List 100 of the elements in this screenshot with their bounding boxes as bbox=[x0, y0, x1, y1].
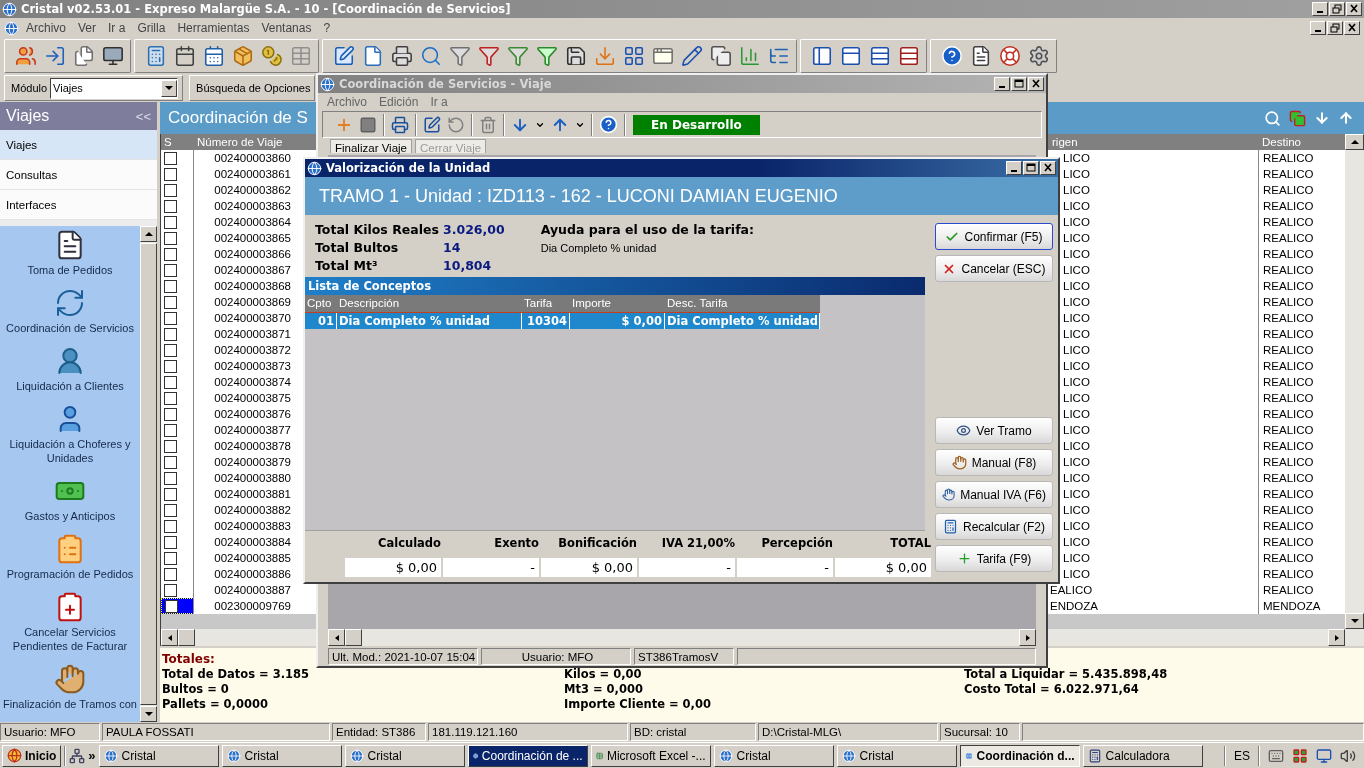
taskbar-button[interactable]: Cristal bbox=[221, 744, 342, 767]
help-icon[interactable] bbox=[941, 45, 963, 67]
pencil-icon[interactable] bbox=[333, 45, 355, 67]
start-button[interactable]: Inicio bbox=[2, 744, 62, 767]
action-button[interactable]: Manual IVA (F6) bbox=[935, 481, 1053, 508]
minimize-button[interactable] bbox=[1006, 161, 1022, 175]
printer-icon[interactable] bbox=[391, 45, 413, 67]
sidebar-item[interactable]: Cancelar Servicios Pendientes de Facturar bbox=[2, 625, 138, 653]
column-header[interactable]: Tarifa bbox=[522, 295, 570, 312]
pencil-icon[interactable] bbox=[681, 45, 703, 67]
panel-icon[interactable] bbox=[811, 45, 833, 67]
checkbox[interactable] bbox=[164, 167, 177, 181]
floppy-icon[interactable] bbox=[565, 45, 587, 67]
monitor-icon[interactable] bbox=[102, 45, 124, 67]
checkbox[interactable] bbox=[164, 247, 177, 261]
confirm-button[interactable]: Confirmar (F5) bbox=[935, 223, 1053, 250]
edit-icon[interactable] bbox=[423, 115, 441, 134]
taskbar-button[interactable]: Cristal bbox=[713, 744, 834, 767]
sidebar-item[interactable]: Liquidación a Clientes bbox=[2, 379, 138, 393]
more-button[interactable]: » bbox=[88, 748, 96, 763]
keyboard-icon[interactable] bbox=[1268, 747, 1284, 764]
funnel-icon[interactable] bbox=[478, 45, 500, 67]
calendar-icon[interactable] bbox=[174, 45, 196, 67]
column-header[interactable]: Número de Viaje bbox=[194, 134, 317, 150]
taskbar-button[interactable]: Cristal bbox=[98, 744, 219, 767]
scrollbar-thumb[interactable] bbox=[178, 629, 195, 646]
coins-icon[interactable] bbox=[261, 45, 283, 67]
minimize-button[interactable] bbox=[1312, 2, 1328, 16]
scrollbar-thumb[interactable] bbox=[140, 243, 157, 705]
sidebar-item[interactable]: Coordinación de Servicios bbox=[2, 321, 138, 335]
column-header[interactable]: Cpto bbox=[305, 295, 337, 312]
checkbox[interactable] bbox=[164, 407, 177, 421]
menu-item[interactable]: Ver bbox=[73, 21, 102, 35]
checkbox[interactable] bbox=[164, 535, 177, 549]
monitor-icon[interactable] bbox=[1316, 747, 1332, 764]
search-icon[interactable] bbox=[420, 45, 442, 67]
sidebar-item[interactable]: Liquidación a Choferes y Unidades bbox=[2, 437, 138, 465]
windows-icon[interactable] bbox=[710, 45, 732, 67]
rows-icon[interactable] bbox=[898, 45, 920, 67]
table-row[interactable]: 01 Dia Completo % unidad 10304 $ 0,00 Dia Completo % unidad bbox=[305, 312, 820, 329]
checkbox[interactable] bbox=[164, 567, 177, 581]
scroll-right-icon[interactable] bbox=[1332, 634, 1341, 641]
menu-item[interactable]: Archivo bbox=[322, 95, 372, 109]
cancel-button[interactable]: Cancelar (ESC) bbox=[935, 255, 1053, 282]
sidebar-item[interactable]: Programación de Pedidos bbox=[2, 567, 138, 581]
menu-item[interactable]: Ir a bbox=[103, 21, 131, 35]
funnel-icon[interactable] bbox=[449, 45, 471, 67]
window-icon[interactable] bbox=[652, 45, 674, 67]
tab[interactable]: Finalizar Viaje bbox=[330, 139, 412, 153]
stop-icon[interactable] bbox=[359, 115, 377, 134]
scroll-up-icon[interactable] bbox=[144, 231, 153, 237]
dropdown-arrow-icon[interactable] bbox=[165, 85, 174, 91]
taskbar-button[interactable]: Microsoft Excel -... bbox=[590, 744, 711, 767]
lifebuoy-icon[interactable] bbox=[999, 45, 1021, 67]
row-selector[interactable] bbox=[161, 582, 194, 598]
funnel-icon[interactable] bbox=[507, 45, 529, 67]
calculator-icon[interactable] bbox=[145, 45, 167, 67]
menu-item[interactable]: Ventanas bbox=[256, 21, 317, 35]
hand-icon[interactable] bbox=[54, 663, 86, 695]
window-arrow-icon[interactable] bbox=[44, 45, 66, 67]
taskbar-button[interactable]: Calculadora bbox=[1082, 744, 1203, 767]
scroll-right-icon[interactable] bbox=[1023, 634, 1032, 641]
checkbox[interactable] bbox=[164, 359, 177, 373]
column-header[interactable]: Desc. Tarifa bbox=[665, 295, 820, 312]
checkbox[interactable] bbox=[164, 279, 177, 293]
grid-icon[interactable] bbox=[1292, 747, 1308, 764]
checkbox[interactable] bbox=[164, 455, 177, 469]
menu-item[interactable]: Ir a bbox=[425, 95, 453, 109]
checkbox[interactable] bbox=[165, 599, 178, 613]
checkbox[interactable] bbox=[164, 487, 177, 501]
checkbox[interactable] bbox=[164, 327, 177, 341]
taskbar-button[interactable]: Coordinación d... bbox=[959, 744, 1080, 767]
close-button[interactable] bbox=[1028, 77, 1044, 91]
speaker-icon[interactable] bbox=[1340, 747, 1356, 764]
taskbar-button[interactable]: Cristal bbox=[344, 744, 465, 767]
scroll-down-icon[interactable] bbox=[144, 711, 153, 717]
checkbox[interactable] bbox=[164, 263, 177, 277]
checkbox[interactable] bbox=[164, 231, 177, 245]
help-icon[interactable] bbox=[599, 115, 618, 134]
scroll-up-icon[interactable] bbox=[1350, 139, 1359, 145]
checkbox[interactable] bbox=[164, 311, 177, 325]
checkbox[interactable] bbox=[164, 519, 177, 533]
checkbox[interactable] bbox=[164, 471, 177, 485]
menu-item[interactable]: ? bbox=[318, 21, 336, 35]
checkbox[interactable] bbox=[164, 343, 177, 357]
menu-item[interactable]: Archivo bbox=[21, 21, 71, 35]
minimize-button[interactable] bbox=[994, 77, 1010, 91]
column-header[interactable]: Destino bbox=[1259, 134, 1345, 150]
calendar-icon[interactable] bbox=[203, 45, 225, 67]
checkbox[interactable] bbox=[164, 151, 177, 165]
taskbar-button[interactable]: Coordinación de ... bbox=[467, 744, 588, 767]
package-icon[interactable] bbox=[232, 45, 254, 67]
taskbar-button[interactable]: Cristal bbox=[836, 744, 957, 767]
sidebar-item[interactable]: Toma de Pedidos bbox=[2, 263, 138, 277]
checkbox[interactable] bbox=[164, 439, 177, 453]
checkbox[interactable] bbox=[164, 295, 177, 309]
checkbox[interactable] bbox=[164, 199, 177, 213]
module-select[interactable]: Viajes bbox=[50, 77, 179, 99]
funnel-icon[interactable] bbox=[536, 45, 558, 67]
printer-icon[interactable] bbox=[391, 115, 409, 134]
